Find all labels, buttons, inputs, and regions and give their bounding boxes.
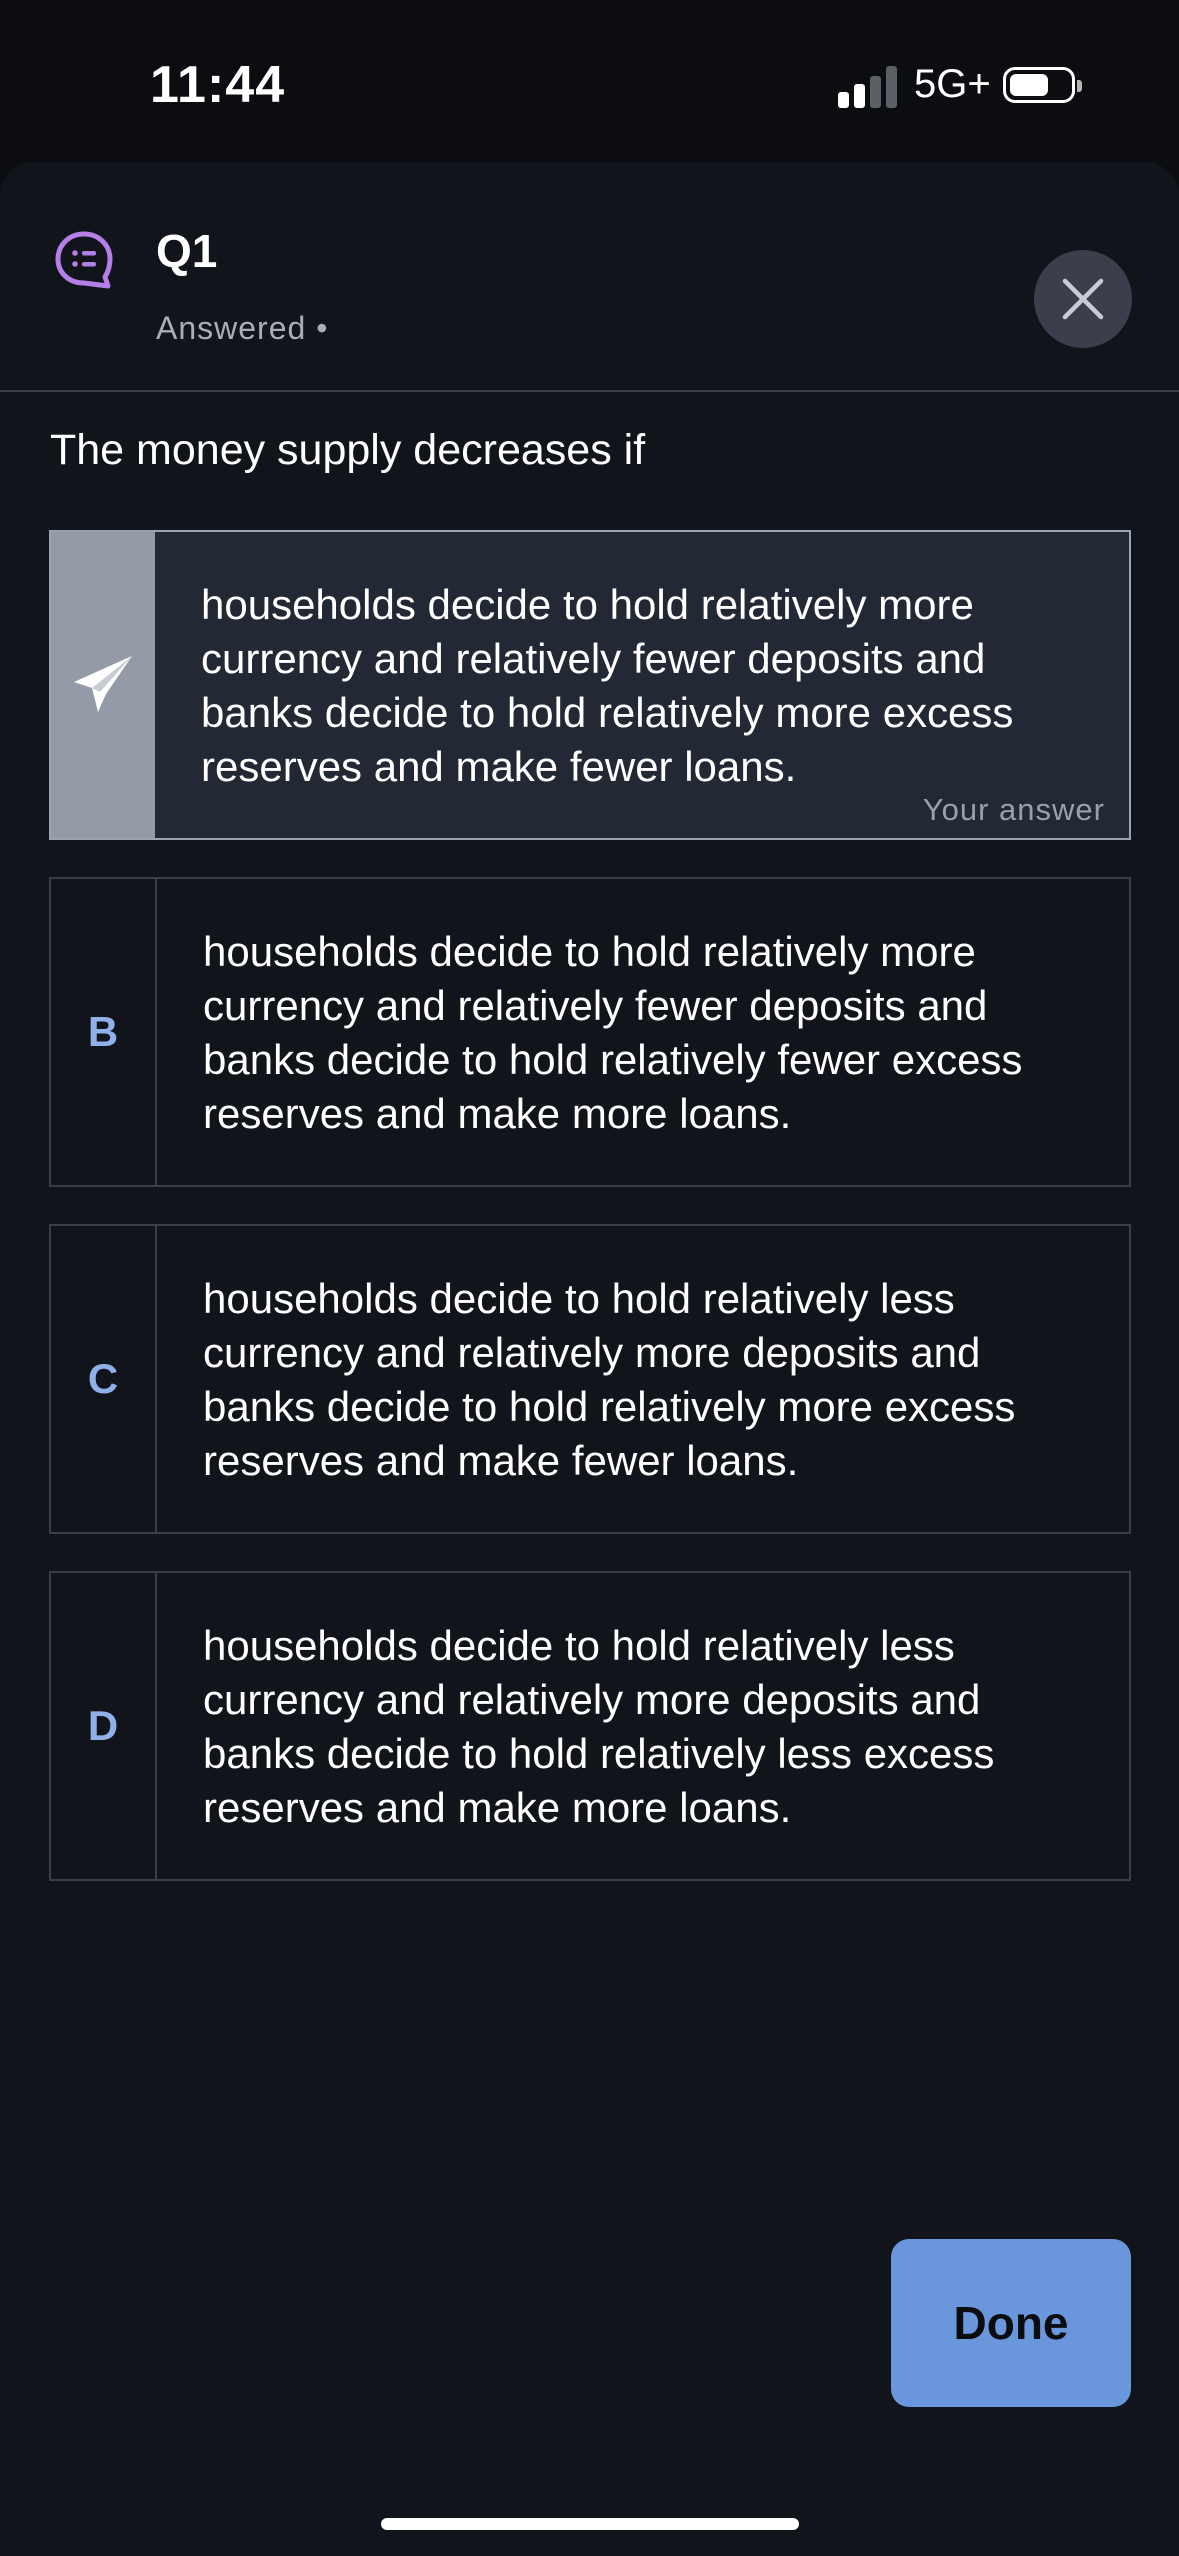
battery-icon [1003, 67, 1082, 103]
list-chat-bubble-icon [54, 230, 114, 290]
your-answer-tag: Your answer [922, 792, 1105, 827]
option-text: households decide to hold relatively les… [203, 1275, 1016, 1484]
answer-option-c[interactable]: C households decide to hold relatively l… [49, 1224, 1131, 1534]
close-icon [1062, 278, 1104, 320]
status-time: 11:44 [150, 56, 286, 114]
option-marker [51, 532, 155, 838]
answer-option-selected[interactable]: households decide to hold relatively mor… [49, 530, 1131, 840]
paper-plane-icon [74, 656, 132, 712]
signal-strength-icon [838, 66, 898, 108]
status-bar: 11:44 5G+ [0, 0, 1179, 160]
close-button[interactable] [1034, 250, 1132, 348]
home-indicator[interactable] [381, 2518, 799, 2530]
option-text: households decide to hold relatively mor… [203, 928, 1023, 1137]
question-status: Answered • [156, 310, 329, 346]
option-letter: B [51, 879, 157, 1185]
question-text: The money supply decreases if [50, 426, 646, 474]
sheet-header: Q1 Answered • [0, 162, 1179, 392]
option-text: households decide to hold relatively les… [203, 1622, 995, 1831]
option-letter: D [51, 1573, 157, 1879]
option-letter: C [51, 1226, 157, 1532]
done-button[interactable]: Done [891, 2239, 1131, 2407]
question-sheet: Q1 Answered • The money supply decreases… [0, 162, 1179, 2556]
question-title: Q1 [156, 225, 218, 277]
answer-option-b[interactable]: B households decide to hold relatively m… [49, 877, 1131, 1187]
answer-option-d[interactable]: D households decide to hold relatively l… [49, 1571, 1131, 1881]
network-type: 5G+ [914, 62, 991, 106]
